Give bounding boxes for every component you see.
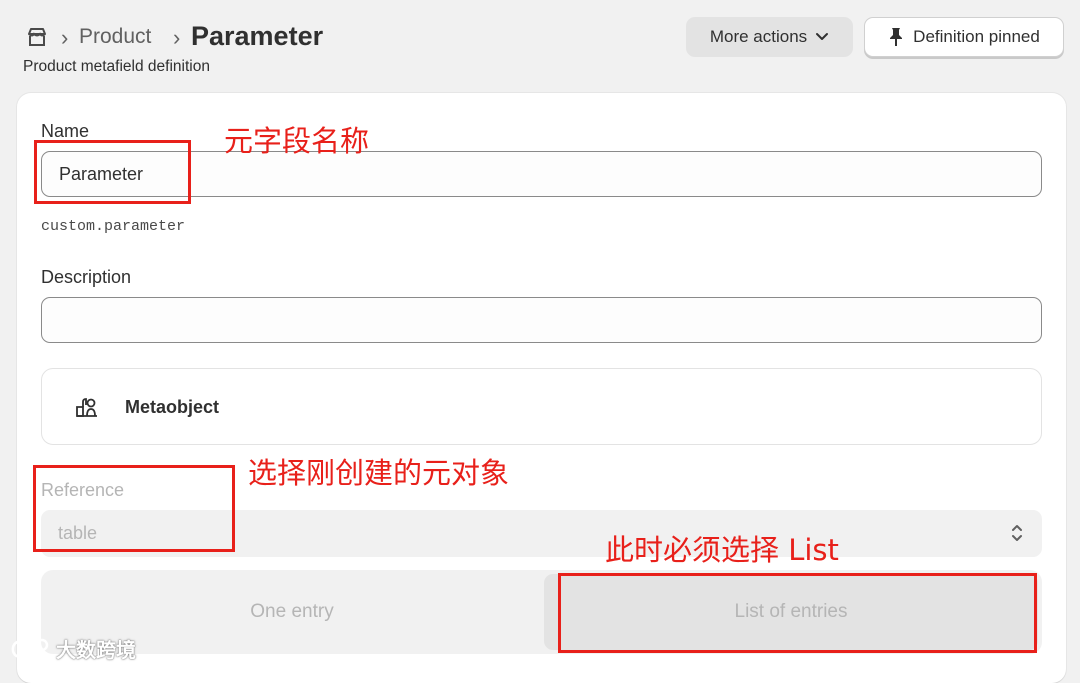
metaobject-type-label: Metaobject [125, 397, 220, 417]
watermark-logo-icon [11, 638, 49, 658]
description-label: Description [41, 267, 132, 287]
watermark-text: 大数跨境 [56, 638, 136, 662]
list-annotation: 此时必须选择 List [605, 533, 839, 567]
reference-annotation: 选择刚创建的元对象 [248, 456, 510, 490]
definition-pinned-button[interactable]: Definition pinned [864, 17, 1064, 57]
more-actions-label: More actions [709, 27, 808, 46]
pin-icon [890, 28, 903, 46]
reference-highlight-box [33, 465, 235, 552]
breadcrumb-product-link[interactable]: Product [79, 25, 151, 49]
name-label: Name [41, 121, 90, 141]
namespace-key: custom.parameter [41, 218, 186, 235]
name-annotation: 元字段名称 [224, 124, 370, 158]
definition-pinned-label: Definition pinned [913, 27, 1040, 46]
list-highlight-box [558, 573, 1037, 653]
page-subtitle: Product metafield definition [23, 58, 210, 75]
page-title: Parameter [191, 21, 324, 51]
page-header: › Product › Parameter Product metafield … [0, 0, 1080, 92]
name-input[interactable] [41, 151, 1042, 197]
chevron-down-icon [816, 33, 829, 40]
metaobject-icon [76, 398, 97, 417]
description-input[interactable] [41, 297, 1042, 343]
type-metaobject-box[interactable]: Metaobject [41, 368, 1042, 445]
store-icon[interactable] [26, 26, 48, 48]
more-actions-button[interactable]: More actions [686, 17, 853, 57]
select-chevron-icon [1012, 525, 1022, 541]
breadcrumb-separator: › [61, 25, 69, 50]
breadcrumb-separator: › [173, 25, 181, 50]
name-highlight-box [34, 140, 191, 204]
watermark: 大数跨境 [10, 634, 136, 663]
